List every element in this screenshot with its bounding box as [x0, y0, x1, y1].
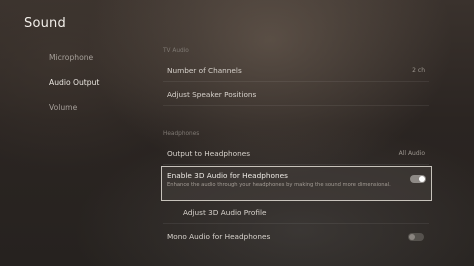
mono-audio-row[interactable]: Mono Audio for Headphones	[163, 226, 429, 248]
adjust-speaker-positions-row[interactable]: Adjust Speaker Positions	[163, 84, 429, 106]
sidebar-item-audio-output[interactable]: Audio Output	[49, 76, 149, 101]
enable-3d-audio-description: Enhance the audio through your headphone…	[167, 182, 391, 188]
sidebar-item-microphone[interactable]: Microphone	[49, 51, 149, 76]
page-title: Sound	[24, 16, 66, 31]
section-header-headphones: Headphones	[163, 131, 200, 137]
output-to-headphones-row[interactable]: Output to Headphones All Audio	[163, 143, 429, 165]
toggle-knob	[419, 176, 425, 182]
mono-audio-label: Mono Audio for Headphones	[167, 232, 271, 241]
sidebar-nav: Microphone Audio Output Volume	[49, 51, 149, 126]
number-of-channels-label: Number of Channels	[167, 66, 242, 75]
adjust-3d-audio-profile-label: Adjust 3D Audio Profile	[183, 208, 267, 217]
output-to-headphones-label: Output to Headphones	[167, 149, 251, 158]
settings-list: TV Audio Number of Channels 2 ch Adjust …	[161, 0, 433, 266]
enable-3d-audio-label: Enable 3D Audio for Headphones	[167, 171, 288, 180]
adjust-3d-audio-profile-row[interactable]: Adjust 3D Audio Profile	[163, 202, 429, 224]
sidebar-item-volume[interactable]: Volume	[49, 101, 149, 126]
mono-audio-toggle[interactable]	[408, 233, 424, 241]
enable-3d-audio-toggle[interactable]	[410, 175, 426, 183]
number-of-channels-value: 2 ch	[412, 67, 425, 74]
section-header-tv-audio: TV Audio	[163, 48, 189, 54]
toggle-knob	[409, 234, 415, 240]
adjust-speaker-positions-label: Adjust Speaker Positions	[167, 90, 257, 99]
number-of-channels-row[interactable]: Number of Channels 2 ch	[163, 60, 429, 82]
output-to-headphones-value: All Audio	[398, 150, 425, 157]
enable-3d-audio-row[interactable]: Enable 3D Audio for Headphones Enhance t…	[161, 166, 432, 201]
